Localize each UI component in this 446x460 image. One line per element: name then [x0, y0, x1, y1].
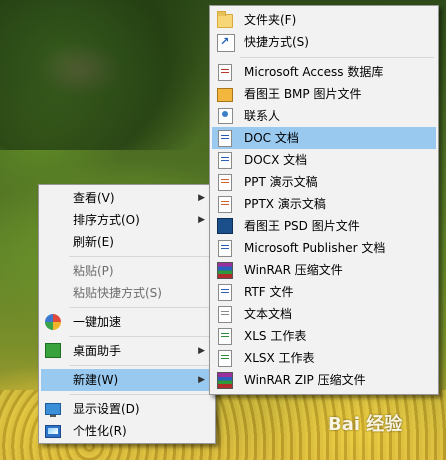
menu-item-paste-shortcut[interactable]: 粘贴快捷方式(S): [41, 282, 213, 304]
new-item-text[interactable]: 文本文档: [212, 303, 436, 325]
menu-item-label: PPTX 演示文稿: [244, 197, 326, 211]
menu-item-label: 粘贴快捷方式(S): [73, 286, 162, 300]
menu-item-speed-boost[interactable]: 一键加速: [41, 311, 213, 333]
winrar-zip-file-icon: [217, 372, 233, 389]
xls-file-icon: [218, 328, 232, 345]
menu-item-label: 文件夹(F): [244, 13, 297, 27]
winrar-file-icon: [217, 262, 233, 279]
menu-item-label: WinRAR 压缩文件: [244, 263, 343, 277]
menu-item-sort-by[interactable]: 排序方式(O) ▶: [41, 209, 213, 231]
new-item-winrar[interactable]: WinRAR 压缩文件: [212, 259, 436, 281]
chevron-right-icon: ▶: [198, 193, 205, 203]
new-item-contact[interactable]: 联系人: [212, 105, 436, 127]
new-item-bmp[interactable]: 看图王 BMP 图片文件: [212, 83, 436, 105]
menu-item-label: DOCX 文档: [244, 153, 308, 167]
menu-item-display-settings[interactable]: 显示设置(D): [41, 398, 213, 420]
menu-separator: [69, 394, 211, 395]
menu-item-label: 看图王 PSD 图片文件: [244, 219, 360, 233]
desktop-context-menu: 查看(V) ▶ 排序方式(O) ▶ 刷新(E) 粘贴(P) 粘贴快捷方式(S) …: [38, 184, 216, 444]
menu-item-label: PPT 演示文稿: [244, 175, 318, 189]
menu-item-label: 显示设置(D): [73, 402, 140, 416]
menu-item-label: 一键加速: [73, 315, 122, 329]
xlsx-file-icon: [218, 350, 232, 367]
menu-item-label: 快捷方式(S): [244, 35, 309, 49]
new-item-publisher[interactable]: Microsoft Publisher 文档: [212, 237, 436, 259]
menu-item-label: 新建(W): [73, 373, 119, 387]
menu-item-label: DOC 文档: [244, 131, 299, 145]
menu-item-label: 排序方式(O): [73, 213, 140, 227]
folder-icon: [217, 11, 233, 28]
personalize-icon: [45, 425, 61, 438]
new-item-rtf[interactable]: RTF 文件: [212, 281, 436, 303]
chevron-right-icon: ▶: [198, 215, 205, 225]
pptx-file-icon: [218, 196, 232, 213]
menu-item-label: Microsoft Access 数据库: [244, 65, 384, 79]
menu-separator: [69, 256, 211, 257]
ppt-file-icon: [218, 174, 232, 191]
menu-item-label: 查看(V): [73, 191, 115, 205]
menu-item-refresh[interactable]: 刷新(E): [41, 231, 213, 253]
menu-item-label: 联系人: [244, 109, 281, 123]
menu-separator: [69, 365, 211, 366]
psd-file-icon: [217, 218, 233, 234]
text-file-icon: [218, 306, 232, 323]
menu-item-label: RTF 文件: [244, 285, 294, 299]
new-item-xls[interactable]: XLS 工作表: [212, 325, 436, 347]
new-item-psd[interactable]: 看图王 PSD 图片文件: [212, 215, 436, 237]
menu-item-personalize[interactable]: 个性化(R): [41, 420, 213, 442]
menu-item-label: XLS 工作表: [244, 329, 307, 343]
contact-file-icon: [218, 108, 233, 124]
new-item-xlsx[interactable]: XLSX 工作表: [212, 347, 436, 369]
menu-item-view[interactable]: 查看(V) ▶: [41, 187, 213, 209]
menu-item-label: WinRAR ZIP 压缩文件: [244, 373, 366, 387]
menu-item-paste[interactable]: 粘贴(P): [41, 260, 213, 282]
new-item-access[interactable]: Microsoft Access 数据库: [212, 61, 436, 83]
menu-item-label: 文本文档: [244, 307, 293, 321]
menu-item-label: XLSX 工作表: [244, 351, 315, 365]
chevron-right-icon: ▶: [198, 346, 205, 356]
menu-item-new[interactable]: 新建(W) ▶: [41, 369, 213, 391]
new-submenu: 文件夹(F) 快捷方式(S) Microsoft Access 数据库 看图王 …: [209, 5, 439, 395]
watermark-text: Bai 经验: [328, 414, 403, 435]
new-item-docx[interactable]: DOCX 文档: [212, 149, 436, 171]
doc-file-icon: [218, 130, 232, 147]
new-item-ppt[interactable]: PPT 演示文稿: [212, 171, 436, 193]
rtf-file-icon: [218, 284, 232, 301]
menu-item-label: 粘贴(P): [73, 264, 114, 278]
speed-boost-icon: [45, 314, 61, 330]
menu-item-label: 看图王 BMP 图片文件: [244, 87, 362, 101]
new-item-pptx[interactable]: PPTX 演示文稿: [212, 193, 436, 215]
bmp-file-icon: [217, 88, 233, 102]
access-file-icon: [218, 64, 232, 81]
menu-item-label: 桌面助手: [73, 344, 122, 358]
menu-separator: [69, 307, 211, 308]
menu-item-label: 刷新(E): [73, 235, 114, 249]
docx-file-icon: [218, 152, 232, 169]
menu-separator: [240, 57, 434, 58]
new-item-winrar-zip[interactable]: WinRAR ZIP 压缩文件: [212, 369, 436, 391]
desktop-helper-icon: [45, 343, 61, 358]
new-item-doc[interactable]: DOC 文档: [212, 127, 436, 149]
menu-item-label: Microsoft Publisher 文档: [244, 241, 386, 255]
menu-item-desktop-helper[interactable]: 桌面助手 ▶: [41, 340, 213, 362]
chevron-right-icon: ▶: [198, 375, 205, 385]
menu-item-label: 个性化(R): [73, 424, 127, 438]
shortcut-icon: [217, 34, 235, 52]
new-item-folder[interactable]: 文件夹(F): [212, 9, 436, 31]
publisher-file-icon: [218, 240, 232, 257]
menu-separator: [69, 336, 211, 337]
new-item-shortcut[interactable]: 快捷方式(S): [212, 31, 436, 53]
display-icon: [45, 403, 61, 417]
